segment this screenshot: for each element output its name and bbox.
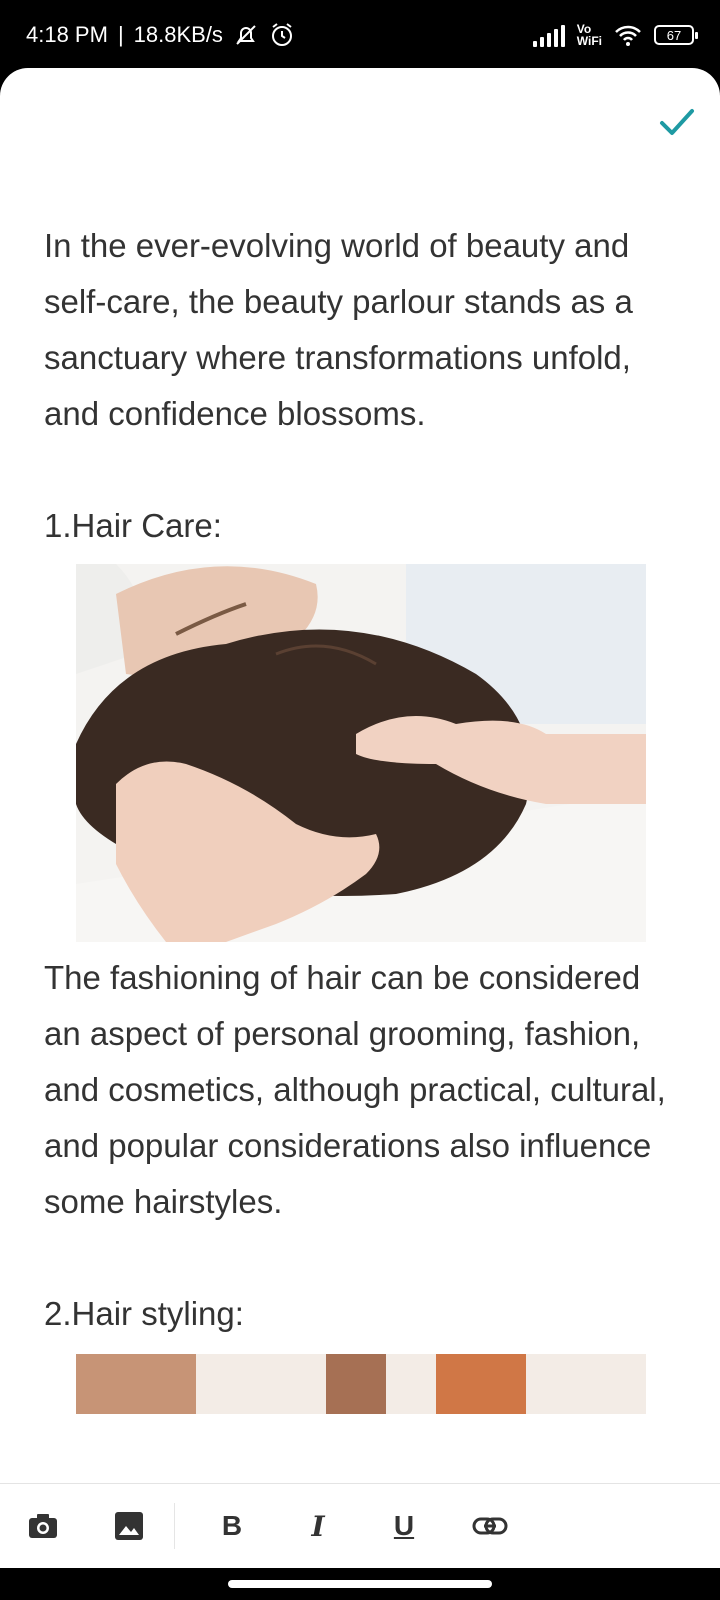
confirm-check-icon[interactable] [656,102,696,142]
editor-sheet: In the ever-evolving world of beauty and… [0,68,720,1568]
bold-button[interactable]: B [189,1484,275,1568]
status-separator: | [117,22,124,47]
intro-paragraph: In the ever-evolving world of beauty and… [44,227,633,432]
hair-care-paragraph: The fashioning of hair can be considered… [44,959,666,1220]
image-icon [115,1512,143,1540]
alarm-icon [269,22,295,48]
italic-button[interactable]: I [275,1484,361,1568]
wifi-icon [614,24,642,46]
status-time: 4:18 PM [26,22,108,47]
status-left: 4:18 PM | 18.8KB/s [26,22,295,48]
section-heading-hair-care: 1.Hair Care: [44,507,222,544]
link-button[interactable] [447,1484,533,1568]
image-button[interactable] [86,1484,172,1568]
navigation-bar [0,1568,720,1600]
hair-care-image[interactable] [76,564,646,942]
status-bar: 4:18 PM | 18.8KB/s Vo WiFi 67 [0,0,720,70]
link-icon [472,1517,508,1535]
section-heading-hair-styling: 2.Hair styling: [44,1295,244,1332]
camera-icon [29,1514,57,1538]
toolbar-divider [174,1503,175,1549]
battery-icon: 67 [654,25,698,45]
camera-button[interactable] [0,1484,86,1568]
formatting-toolbar: B I U [0,1483,720,1568]
status-right: Vo WiFi 67 [532,23,698,47]
cell-signal-icon [532,23,565,47]
underline-button[interactable]: U [361,1484,447,1568]
vowifi-label: Vo WiFi [577,23,602,47]
underline-label: U [393,1510,415,1541]
note-content[interactable]: In the ever-evolving world of beauty and… [44,218,684,1414]
gesture-handle[interactable] [228,1580,492,1588]
bold-label: B [221,1510,243,1541]
mute-icon [233,23,259,47]
italic-label: I [311,1509,325,1543]
hair-styling-image[interactable] [76,1354,646,1414]
battery-level: 67 [666,27,682,43]
wifi-text: WiFi [576,34,602,48]
network-speed: 18.8KB/s [133,22,223,47]
